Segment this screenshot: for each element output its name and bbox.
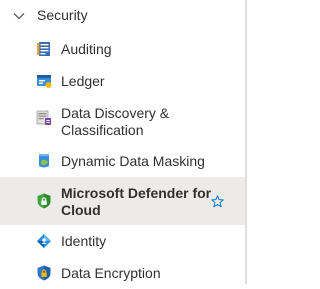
panel-divider: [245, 0, 247, 284]
menu-item-microsoft-defender-for-cloud[interactable]: Microsoft Defender for Cloud: [0, 177, 245, 225]
menu-item-label-line1: Data Discovery &: [61, 105, 170, 121]
section-title: Security: [37, 7, 88, 23]
menu-item-data-discovery-classification[interactable]: Data Discovery & Classification: [0, 97, 245, 145]
chevron-down-icon: [13, 13, 25, 20]
data-discovery-icon: [36, 110, 51, 125]
menu-item-dynamic-data-masking[interactable]: Dynamic Data Masking: [0, 145, 245, 177]
menu-item-label: Identity: [61, 233, 107, 249]
menu-item-label: Auditing: [61, 41, 112, 57]
menu-item-label-line2: Classification: [61, 122, 144, 138]
ledger-icon: [37, 75, 52, 88]
security-section-header[interactable]: Security: [0, 0, 245, 32]
menu-item-label: Ledger: [61, 73, 105, 89]
menu-item-label: Dynamic Data Masking: [61, 153, 205, 169]
defender-shield-icon: [37, 193, 51, 209]
menu-item-label-line2: Cloud: [61, 202, 101, 218]
menu-item-identity[interactable]: Identity: [0, 225, 245, 257]
auditing-icon: [37, 42, 50, 56]
security-menu-panel: Security Auditing Ledger Data Discovery …: [0, 0, 245, 284]
menu-item-auditing[interactable]: Auditing: [0, 33, 245, 65]
data-masking-icon: [39, 154, 49, 168]
menu-item-data-encryption[interactable]: Data Encryption: [0, 257, 245, 289]
menu-item-ledger[interactable]: Ledger: [0, 65, 245, 97]
encryption-shield-icon: [37, 265, 51, 281]
menu-item-label: Data Encryption: [61, 265, 161, 281]
identity-icon: [37, 234, 51, 248]
favorite-star-icon[interactable]: [211, 195, 224, 208]
menu-item-label-line1: Microsoft Defender for: [61, 185, 212, 201]
